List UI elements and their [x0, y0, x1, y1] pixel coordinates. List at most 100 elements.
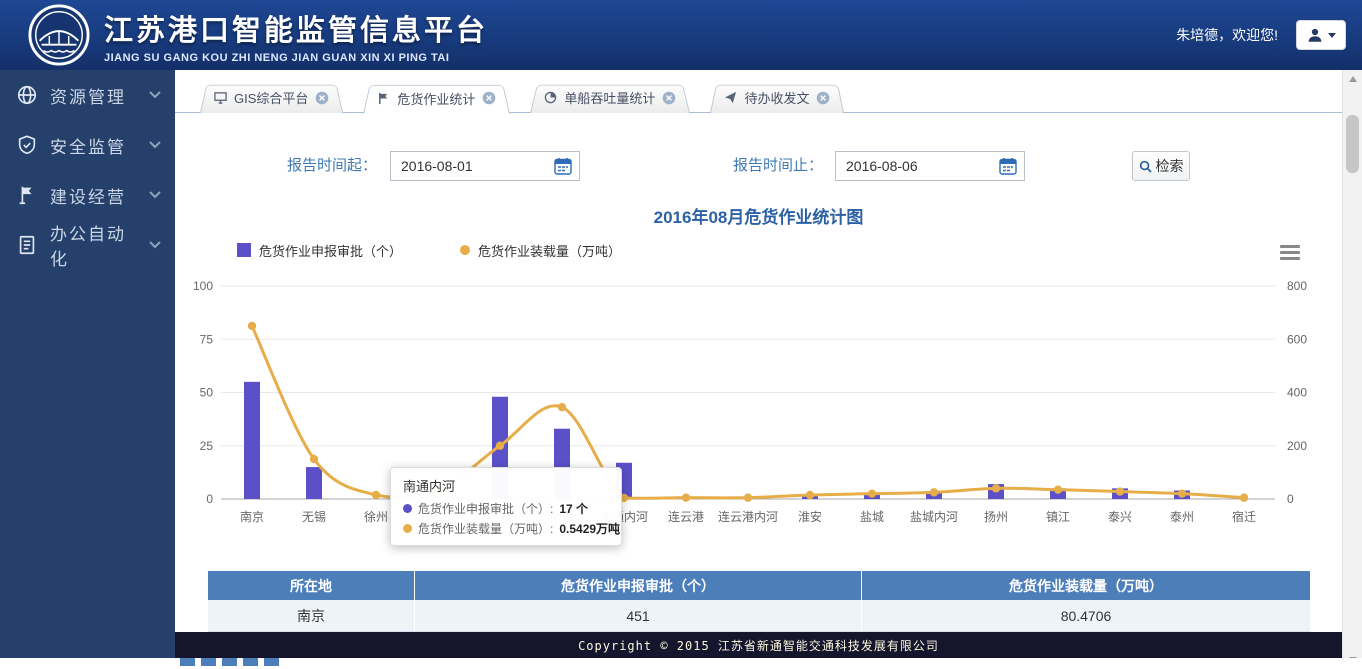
svg-text:泰州: 泰州: [1170, 510, 1194, 524]
stats-table: 所在地 危货作业申报审批（个） 危货作业装载量（万吨） 南京 451 80.47…: [208, 571, 1310, 632]
sidebar-item-label: 办公自动化: [50, 220, 137, 270]
tab-dangerous-goods-stats[interactable]: 危货作业统计: [363, 82, 510, 114]
sidebar-item-label: 建设经营: [50, 183, 126, 208]
sidebar: 资源管理 安全监管 建设经营 办公自动化: [0, 70, 175, 658]
chevron-down-icon: [149, 86, 161, 104]
close-icon[interactable]: [315, 91, 329, 105]
search-button[interactable]: 检索: [1132, 151, 1190, 181]
pagination-button[interactable]: [243, 658, 258, 666]
svg-text:100: 100: [193, 279, 213, 293]
calendar-icon[interactable]: [547, 152, 579, 180]
app-header: 江苏港口智能监管信息平台 JIANG SU GANG KOU ZHI NENG …: [0, 0, 1362, 70]
page-footer: Copyright © 2015 江苏省新通智能交通科技发展有限公司: [175, 632, 1342, 658]
sidebar-item-office-automation[interactable]: 办公自动化: [0, 220, 175, 270]
svg-text:50: 50: [200, 386, 214, 400]
table-row: 南京 451 80.4706: [208, 600, 1310, 632]
flag-tab-icon: [377, 92, 390, 105]
tooltip-dot: [403, 504, 412, 513]
svg-text:200: 200: [1287, 439, 1307, 453]
legend-label: 危货作业装载量（万吨）: [478, 241, 621, 260]
chart-area: 00252005040075600100800南京无锡徐州常州苏州南通南通内河连…: [193, 278, 1343, 528]
close-icon[interactable]: [482, 91, 496, 105]
tab-pending-documents[interactable]: 待办收发文: [710, 82, 844, 113]
svg-text:徐州: 徐州: [364, 509, 388, 524]
legend-item-approvals[interactable]: 危货作业申报审批（个）: [237, 241, 402, 260]
tooltip-value: 0.5429万吨: [559, 520, 620, 537]
table-header-approvals: 危货作业申报审批（个）: [415, 571, 862, 600]
search-icon: [1139, 160, 1152, 173]
construction-icon: [16, 184, 38, 206]
svg-text:800: 800: [1287, 279, 1307, 293]
svg-text:600: 600: [1287, 332, 1307, 346]
svg-text:盐城内河: 盐城内河: [910, 510, 958, 524]
tooltip-label: 危货作业装载量（万吨）:: [418, 520, 553, 537]
scroll-up-arrow-icon[interactable]: [1349, 76, 1357, 82]
sidebar-item-label: 资源管理: [50, 83, 126, 108]
scrollbar-thumb[interactable]: [1346, 115, 1359, 173]
legend-label: 危货作业申报审批（个）: [259, 241, 402, 260]
welcome-text: 朱培德，欢迎您!: [1176, 25, 1278, 45]
sidebar-item-resources[interactable]: 资源管理: [0, 70, 175, 120]
cell-approvals: 451: [415, 600, 862, 631]
pagination-button[interactable]: [180, 658, 195, 666]
app-subtitle: JIANG SU GANG KOU ZHI NENG JIAN GUAN XIN…: [104, 52, 488, 64]
report-filters: 报告时间起： 2016-08-01 报告时间止： 2016-08-06 检索: [175, 151, 1342, 181]
pagination-button[interactable]: [201, 658, 216, 666]
table-header-tonnage: 危货作业装载量（万吨）: [862, 571, 1310, 600]
pagination-strip: [0, 658, 1362, 669]
svg-text:0: 0: [1287, 492, 1294, 506]
chart-toolbox-menu-icon[interactable]: [1280, 242, 1300, 263]
end-date-input[interactable]: 2016-08-06: [835, 151, 1025, 181]
close-icon[interactable]: [662, 91, 676, 105]
start-date-label: 报告时间起：: [287, 151, 377, 181]
start-date-value: 2016-08-01: [391, 158, 547, 174]
end-date-value: 2016-08-06: [836, 158, 992, 174]
close-icon[interactable]: [816, 91, 830, 105]
sidebar-item-label: 安全监管: [50, 133, 126, 158]
chevron-down-icon: [149, 236, 161, 254]
tab-bar: GIS综合平台 危货作业统计 单船吞吐量统计: [175, 82, 1342, 113]
sidebar-item-safety[interactable]: 安全监管: [0, 120, 175, 170]
svg-text:75: 75: [200, 332, 214, 346]
caret-down-icon: [1328, 33, 1336, 38]
pagination-button[interactable]: [222, 658, 237, 666]
send-tab-icon: [724, 91, 737, 104]
tooltip-label: 危货作业申报审批（个）:: [418, 500, 553, 517]
legend-item-tonnage[interactable]: 危货作业装载量（万吨）: [460, 241, 621, 260]
user-menu-button[interactable]: [1296, 20, 1346, 50]
table-header-row: 所在地 危货作业申报审批（个） 危货作业装载量（万吨）: [208, 571, 1310, 600]
chart-title: 2016年08月危货作业统计图: [175, 203, 1342, 228]
svg-text:400: 400: [1287, 386, 1307, 400]
svg-text:泰兴: 泰兴: [1108, 510, 1132, 524]
legend-dot-swatch: [460, 245, 470, 255]
shield-icon: [16, 134, 38, 156]
dual-axis-chart: 00252005040075600100800南京无锡徐州常州苏州南通南通内河连…: [193, 278, 1343, 528]
sidebar-item-construction[interactable]: 建设经营: [0, 170, 175, 220]
tooltip-value: 17 个: [559, 500, 588, 517]
vertical-scrollbar[interactable]: [1342, 70, 1362, 669]
office-icon: [16, 234, 38, 256]
tab-label: 单船吞吐量统计: [564, 88, 655, 107]
svg-text:淮安: 淮安: [798, 509, 822, 524]
tab-gis-platform[interactable]: GIS综合平台: [200, 82, 343, 113]
table-header-location: 所在地: [208, 571, 415, 600]
legend-bar-swatch: [237, 243, 251, 257]
cell-tonnage: 80.4706: [862, 600, 1310, 631]
svg-text:宿迁: 宿迁: [1232, 509, 1256, 524]
main-content: GIS综合平台 危货作业统计 单船吞吐量统计: [175, 70, 1342, 658]
tab-ship-throughput-stats[interactable]: 单船吞吐量统计: [530, 82, 690, 113]
resource-icon: [16, 84, 38, 106]
chevron-down-icon: [149, 136, 161, 154]
gis-tab-icon: [214, 91, 227, 104]
app-title: 江苏港口智能监管信息平台: [104, 7, 488, 49]
pagination-button[interactable]: [264, 658, 279, 666]
end-date-label: 报告时间止：: [733, 151, 823, 181]
chevron-down-icon: [149, 186, 161, 204]
tooltip-dot: [403, 524, 412, 533]
start-date-input[interactable]: 2016-08-01: [390, 151, 580, 181]
chart-legend: 危货作业申报审批（个） 危货作业装载量（万吨）: [237, 242, 1342, 258]
svg-text:盐城: 盐城: [860, 510, 884, 524]
svg-text:25: 25: [200, 439, 214, 453]
svg-text:连云港: 连云港: [668, 509, 704, 524]
calendar-icon[interactable]: [992, 152, 1024, 180]
